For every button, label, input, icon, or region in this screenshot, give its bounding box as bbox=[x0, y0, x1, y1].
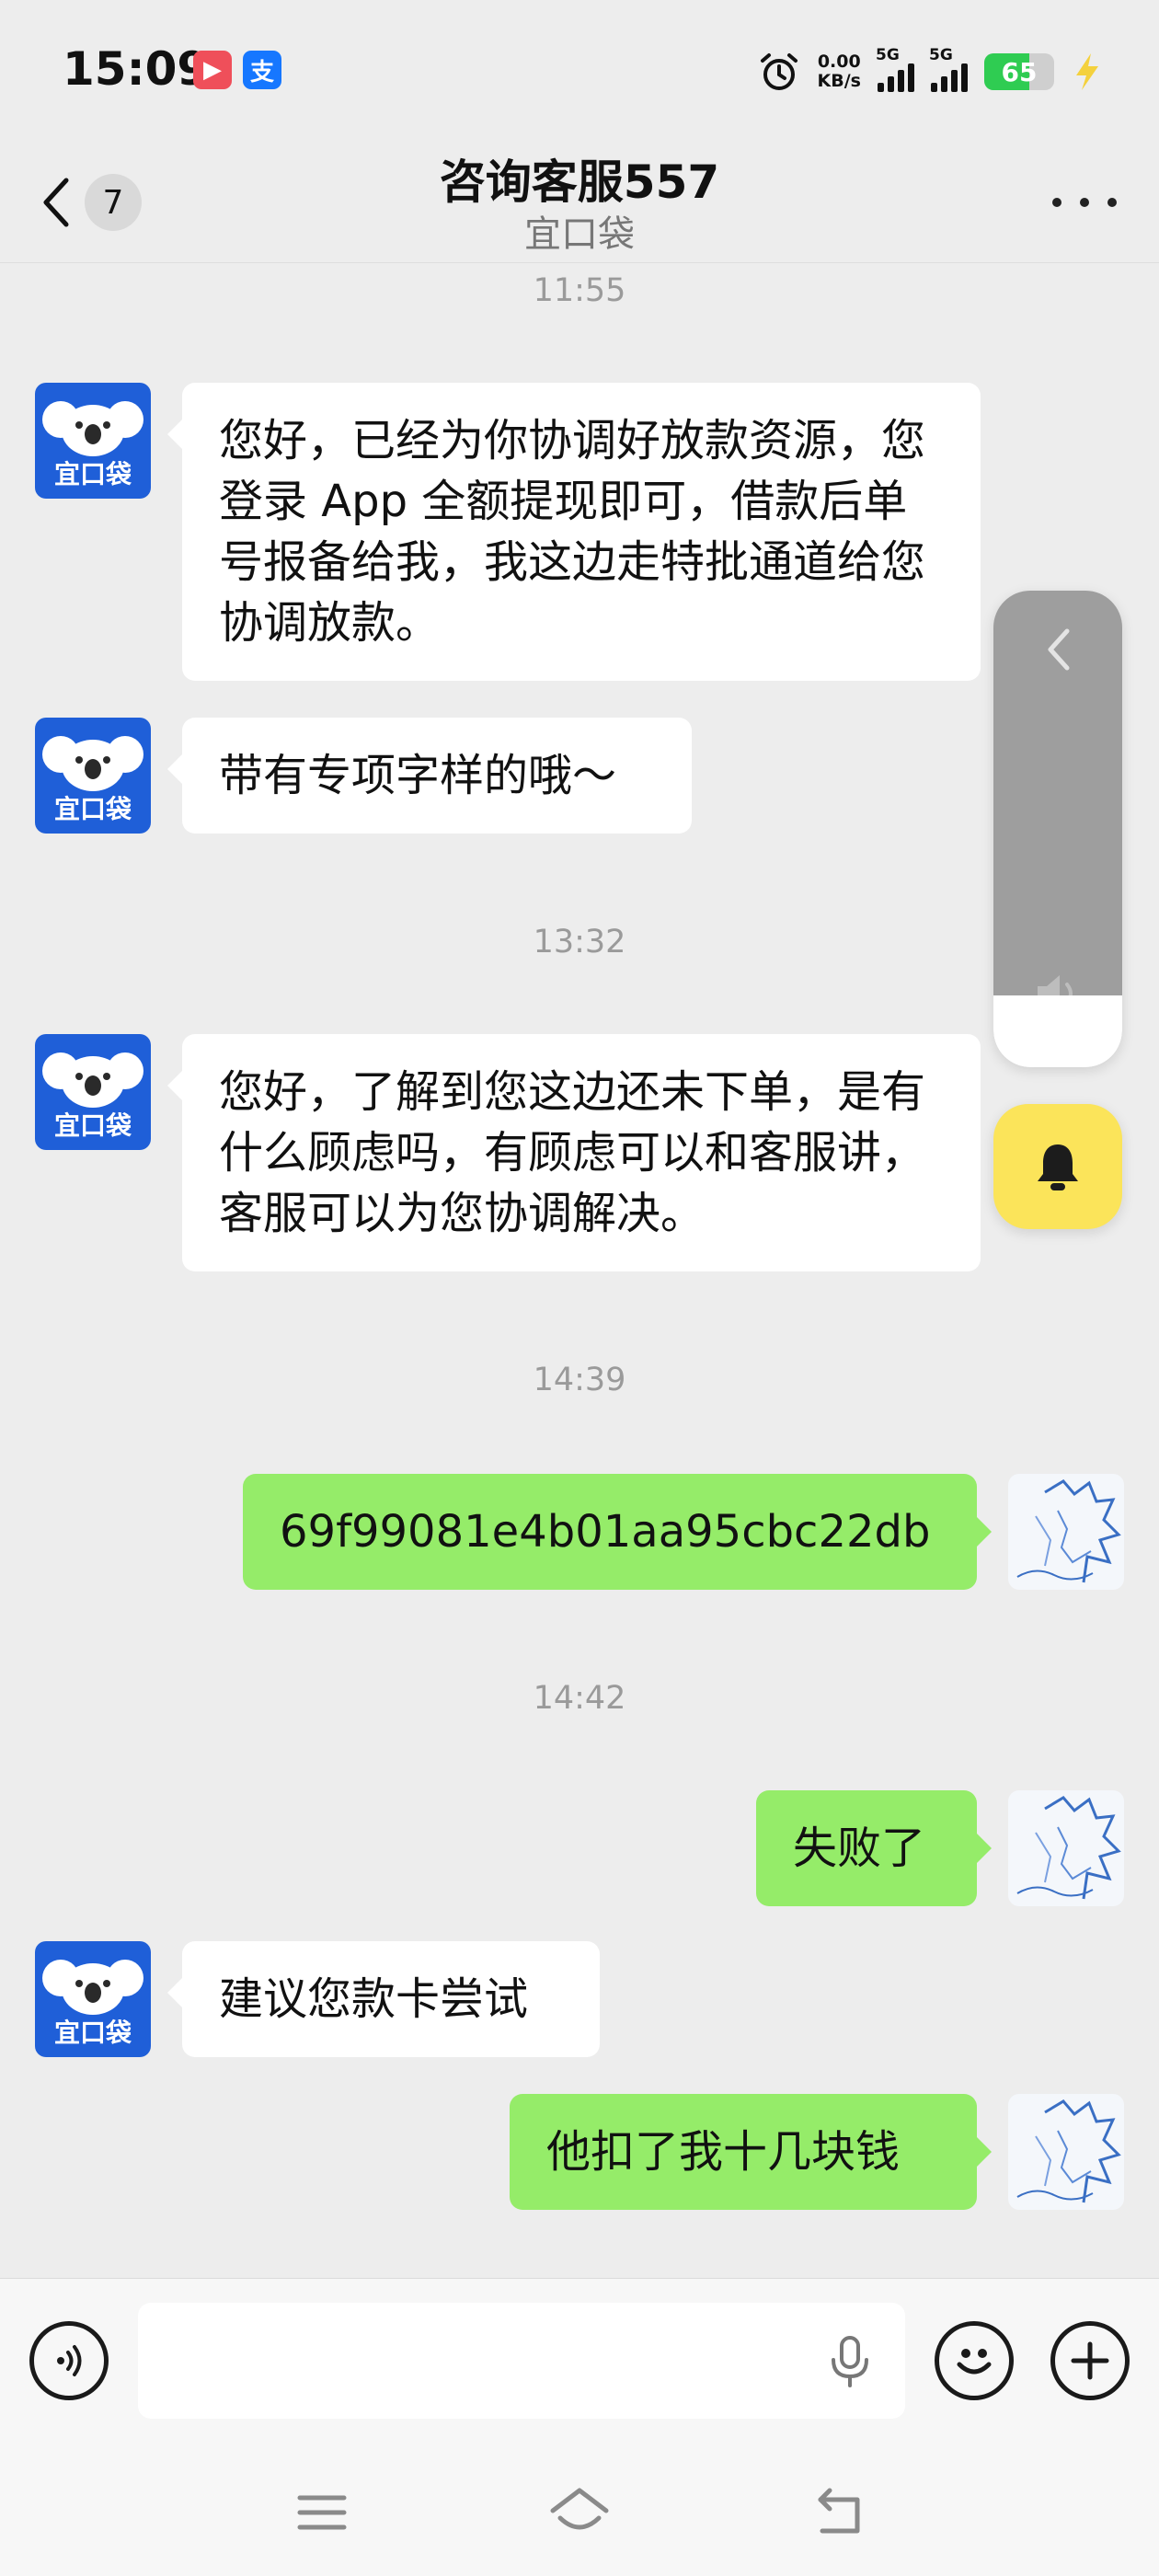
volume-level-bar bbox=[993, 995, 1122, 1067]
add-attachment-button[interactable] bbox=[1050, 2321, 1130, 2400]
video-app-icon: ▶ bbox=[193, 51, 232, 89]
notification-bell-button[interactable] bbox=[993, 1104, 1122, 1229]
net-speed-value: 0.00 bbox=[817, 52, 861, 72]
more-dot-icon bbox=[1107, 198, 1117, 207]
chat-subtitle: 宜口袋 bbox=[524, 213, 635, 256]
sketch-portrait-icon bbox=[1016, 1796, 1121, 1900]
service-avatar-label: 宜口袋 bbox=[53, 2018, 132, 2048]
chat-header: 7 咨询客服557 宜口袋 bbox=[0, 138, 1159, 263]
battery-level: 65 bbox=[1001, 56, 1038, 87]
chevron-left-icon[interactable] bbox=[1038, 622, 1078, 677]
voice-mode-button[interactable] bbox=[29, 2321, 109, 2400]
more-dot-icon bbox=[1080, 198, 1089, 207]
service-avatar-label: 宜口袋 bbox=[53, 794, 132, 824]
home-icon bbox=[550, 2488, 609, 2530]
alarm-icon bbox=[760, 53, 798, 90]
user-avatar[interactable] bbox=[1008, 2094, 1124, 2210]
status-indicators: 0.00 KB/s 5G 5G 65 bbox=[757, 46, 1104, 98]
outgoing-message[interactable]: 失败了 bbox=[756, 1790, 992, 1906]
service-avatar[interactable]: 宜口袋 bbox=[35, 1941, 151, 2057]
message-input-bar bbox=[0, 2278, 1159, 2444]
signal-1-icon: 5G bbox=[876, 46, 914, 92]
message-input[interactable] bbox=[138, 2303, 905, 2419]
message-timestamp: 14:39 bbox=[533, 1362, 626, 1398]
outgoing-message[interactable]: 69f99081e4b01aa95cbc22db bbox=[243, 1474, 992, 1590]
more-dot-icon bbox=[1052, 198, 1061, 207]
emoji-button[interactable] bbox=[935, 2321, 1014, 2400]
more-options-button[interactable] bbox=[1052, 184, 1117, 221]
floating-volume-panel[interactable] bbox=[993, 591, 1122, 1067]
net-speed: 0.00 KB/s bbox=[818, 52, 861, 91]
status-time: 15:09 bbox=[63, 42, 210, 96]
signal-2-label: 5G bbox=[929, 46, 953, 64]
back-arrow-icon bbox=[818, 2488, 860, 2534]
signal-2-icon: 5G bbox=[929, 46, 968, 92]
menu-icon bbox=[297, 2495, 347, 2530]
net-speed-unit: KB/s bbox=[817, 71, 861, 91]
bell-icon bbox=[1038, 1144, 1078, 1190]
service-avatar[interactable]: 宜口袋 bbox=[35, 1034, 151, 1150]
user-avatar[interactable] bbox=[1008, 1790, 1124, 1906]
voice-wave-icon bbox=[57, 2345, 82, 2376]
sketch-portrait-icon bbox=[1016, 1479, 1121, 1583]
chat-title: 咨询客服557 bbox=[439, 155, 720, 209]
microphone-icon[interactable] bbox=[824, 2332, 876, 2391]
charging-icon bbox=[1076, 53, 1098, 90]
service-avatar[interactable]: 宜口袋 bbox=[35, 383, 151, 499]
alipay-icon: 支 bbox=[243, 51, 281, 89]
nav-home-button[interactable] bbox=[543, 2480, 616, 2545]
signal-1-label: 5G bbox=[876, 46, 900, 64]
user-avatar[interactable] bbox=[1008, 1474, 1124, 1590]
plus-icon bbox=[1071, 2341, 1109, 2380]
service-avatar-label: 宜口袋 bbox=[53, 459, 132, 489]
smiley-icon bbox=[957, 2349, 992, 2375]
service-avatar[interactable]: 宜口袋 bbox=[35, 718, 151, 834]
incoming-message[interactable]: 您好，已经为你协调好放款资源，您登录 App 全额提现即可，借款后单号报备给我，… bbox=[167, 383, 981, 681]
incoming-message[interactable]: 建议您款卡尝试 bbox=[167, 1941, 600, 2057]
message-timestamp: 13:32 bbox=[533, 924, 626, 960]
message-timestamp: 14:42 bbox=[533, 1680, 626, 1717]
message-timestamp: 11:55 bbox=[533, 272, 626, 309]
incoming-message[interactable]: 您好，了解到您这边还未下单，是有什么顾虑吗，有顾虑可以和客服讲，客服可以为您协调… bbox=[167, 1034, 981, 1271]
service-avatar-label: 宜口袋 bbox=[53, 1110, 132, 1141]
outgoing-message[interactable]: 他扣了我十几块钱 bbox=[510, 2094, 992, 2210]
system-nav-bar bbox=[0, 2444, 1159, 2576]
nav-back-button[interactable] bbox=[802, 2480, 876, 2545]
nav-menu-button[interactable] bbox=[285, 2480, 359, 2545]
battery-icon: 65 bbox=[984, 53, 1054, 90]
incoming-message[interactable]: 带有专项字样的哦～ bbox=[167, 718, 692, 834]
sketch-portrait-icon bbox=[1016, 2099, 1121, 2203]
status-bar: 15:09 ▶ 支 0.00 KB/s 5G 5G 65 bbox=[0, 0, 1159, 138]
